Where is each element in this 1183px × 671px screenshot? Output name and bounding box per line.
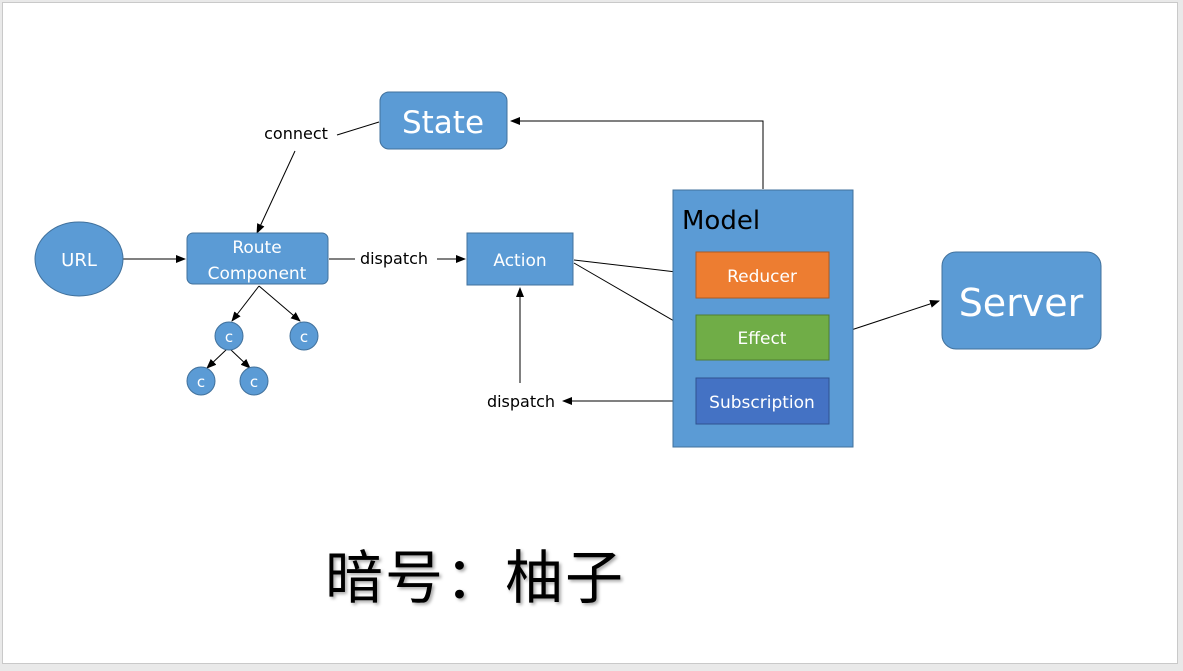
server-label: Server [959, 281, 1084, 325]
effect-node: Effect [695, 314, 830, 361]
dispatch-label-subscription: dispatch [487, 392, 555, 411]
child-label: c [197, 373, 205, 391]
url-label: URL [61, 250, 97, 271]
state-label: State [402, 105, 484, 141]
action-node: Action [466, 232, 574, 286]
state-node: State [379, 91, 508, 150]
edge-model-to-state [510, 117, 764, 189]
server-node: Server [941, 251, 1102, 350]
route-component-node: Route Component [186, 232, 329, 285]
edge-connect-to-route [256, 150, 296, 234]
child-node: c [239, 366, 269, 396]
url-node: URL [34, 221, 124, 297]
route-component-label-line1: Route [232, 238, 281, 258]
subscription-node: Subscription [695, 377, 830, 425]
reducer-node: Reducer [695, 251, 830, 299]
child-node: c [186, 366, 216, 396]
model-label: Model [682, 206, 760, 236]
edge-route-to-child-1 [231, 285, 260, 322]
child-node: c [289, 321, 319, 351]
child-label: c [300, 328, 308, 346]
subscription-label: Subscription [709, 393, 815, 413]
dispatch-label-route-action: dispatch [360, 249, 428, 268]
child-node: c [214, 321, 244, 351]
action-label: Action [493, 251, 546, 271]
route-component-label-line2: Component [208, 264, 307, 284]
child-label: c [250, 373, 258, 391]
slide-canvas: State URL Route Component c c c c Action… [2, 2, 1178, 664]
reducer-label: Reducer [727, 267, 797, 287]
edge-child-1-to-child-4 [229, 348, 251, 369]
edge-connect-line [336, 121, 380, 136]
edge-child-1-to-child-3 [206, 348, 228, 369]
effect-label: Effect [738, 329, 787, 349]
edge-route-to-child-2 [258, 285, 301, 322]
connect-label: connect [264, 124, 328, 143]
caption-text: 暗号：柚子 [325, 544, 626, 612]
child-label: c [225, 328, 233, 346]
